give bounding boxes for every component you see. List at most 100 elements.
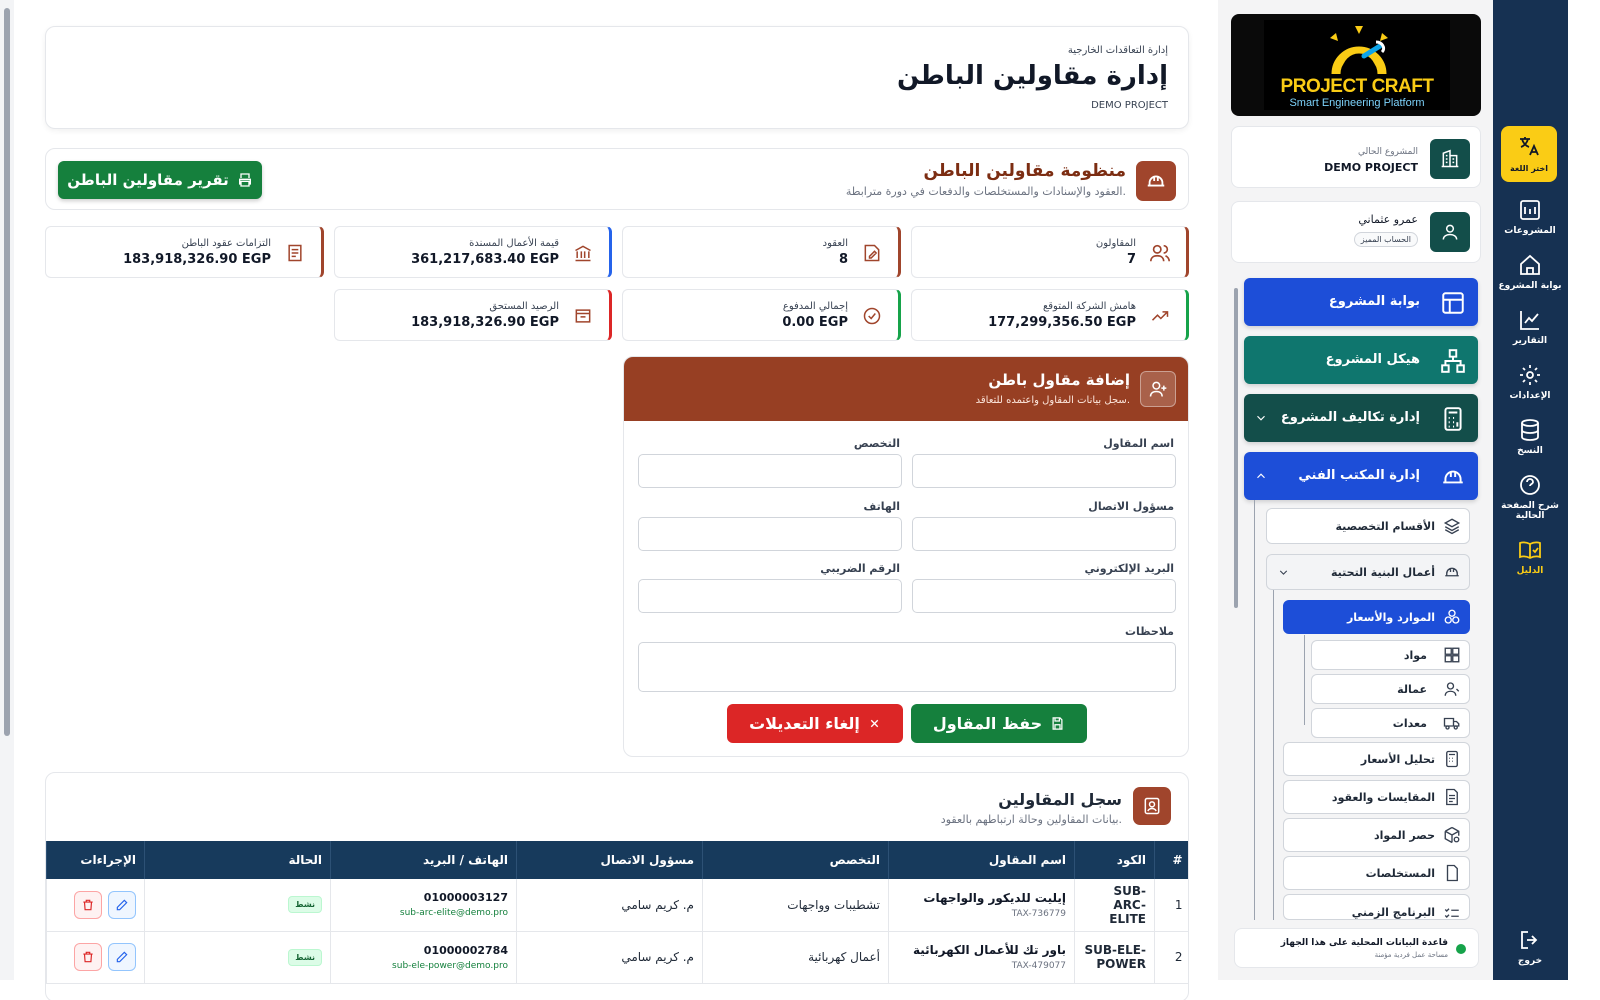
delete-button[interactable] — [74, 890, 102, 919]
notes-textarea[interactable] — [638, 642, 1176, 692]
rail-logout[interactable]: خروج — [1497, 928, 1563, 966]
page-scrollbar-thumb[interactable] — [4, 8, 10, 736]
form-header: إضافة مقاول باطن سجل بيانات المقاول واعت… — [624, 357, 1188, 421]
column-header[interactable]: مسؤول الاتصال — [516, 841, 703, 879]
wallet-icon — [571, 304, 595, 328]
stat-margin: هامش الشركة المتوقع 177,299,356.50 EGP — [911, 289, 1189, 341]
nav-labor[interactable]: عمالة — [1311, 674, 1470, 704]
save-contractor-button[interactable]: حفظ المقاول — [911, 704, 1087, 743]
status-dot-icon — [1456, 944, 1466, 954]
form-subtitle: سجل بيانات المقاول واعتمده للتعاقد. — [975, 395, 1130, 406]
tree-line — [1304, 635, 1305, 725]
sidebar-scrollbar-thumb[interactable] — [1234, 288, 1238, 608]
trending-up-icon — [1148, 304, 1172, 328]
home-icon — [1520, 254, 1540, 275]
nav-resources-prices[interactable]: الموارد والأسعار — [1283, 600, 1470, 634]
print-report-button[interactable]: تقرير مقاولين الباطن — [58, 161, 262, 199]
nav-project-portal[interactable]: بوابة المشروع — [1244, 278, 1478, 326]
rail-projects[interactable]: المشروعات — [1497, 198, 1563, 236]
app-logo[interactable]: PROJECT CRAFT Smart Engineering Platform — [1231, 14, 1481, 116]
rail-page-help[interactable]: شرح الصفحة الحالية — [1497, 473, 1563, 521]
save-label: حفظ المقاول — [932, 714, 1043, 733]
registry-title: سجل المقاولين — [998, 790, 1122, 809]
nav-label: إدارة تكاليف المشروع — [1280, 410, 1420, 425]
column-header[interactable]: الحالة — [144, 841, 331, 879]
system-subtitle: العقود والإسنادات والمستخلصات والدفعات ف… — [845, 185, 1126, 198]
rail-reports[interactable]: التقارير — [1497, 308, 1563, 346]
hardhat-icon — [1136, 161, 1176, 201]
stat-label: المقاولون — [1095, 238, 1136, 249]
nav-schedule[interactable]: البرنامج الزمني — [1283, 894, 1470, 920]
tree-line — [1254, 500, 1255, 920]
column-header[interactable]: الهاتف / البريد — [330, 841, 517, 879]
tax-number-input[interactable] — [638, 579, 902, 613]
nav-label: مواد — [1403, 649, 1427, 662]
specialty-input[interactable] — [638, 454, 902, 488]
database-icon — [1521, 419, 1539, 441]
edit-button[interactable] — [108, 943, 136, 971]
file-icon — [1446, 864, 1458, 882]
phone-input[interactable] — [638, 517, 902, 551]
form-title: إضافة مقاول باطن — [988, 371, 1130, 389]
add-contractor-form: إضافة مقاول باطن سجل بيانات المقاول واعت… — [623, 356, 1189, 757]
email[interactable]: sub-ele-power@demo.pro — [339, 961, 508, 971]
email[interactable]: sub-arc-elite@demo.pro — [339, 908, 508, 918]
stat-value: 8 — [838, 252, 848, 267]
specialty-label: التخصص — [853, 437, 900, 450]
trash-icon — [83, 951, 93, 963]
nav-infrastructure-works[interactable]: أعمال البنية التحتية — [1266, 554, 1470, 590]
calculator-icon — [1446, 750, 1458, 768]
phone: 01000003127 — [423, 891, 508, 905]
email-input[interactable] — [912, 579, 1176, 613]
nav-price-analysis[interactable]: تحليل الأسعار — [1283, 742, 1470, 776]
user-card[interactable]: عمرو عثماني الحساب المميز — [1231, 201, 1481, 263]
column-header[interactable]: اسم المقاول — [888, 841, 1075, 879]
contractor-name-cell: باور تك للأعمال الكهربائية TAX-479077 — [888, 931, 1075, 984]
stat-label: إجمالي المدفوع — [782, 301, 848, 312]
rail-project-portal[interactable]: بوابة المشروع — [1497, 253, 1563, 291]
nav-project-structure[interactable]: هيكل المشروع — [1244, 336, 1478, 384]
user-badge: الحساب المميز — [1353, 232, 1418, 247]
chart-box-icon — [1520, 200, 1540, 220]
contractor-name-input[interactable] — [912, 454, 1176, 488]
nav-technical-office[interactable]: إدارة المكتب الفني — [1244, 452, 1478, 500]
system-card: منظومة مقاولين الباطن العقود والإسنادات … — [45, 148, 1189, 210]
trash-icon — [83, 899, 93, 910]
nav-invoices[interactable]: المستخلصات — [1283, 856, 1470, 890]
contractor-name-label: اسم المقاول — [1103, 437, 1174, 450]
nav-specialized-divisions[interactable]: الأقسام التخصصية — [1266, 508, 1470, 544]
column-header[interactable]: الكود — [1074, 841, 1155, 879]
breadcrumb[interactable]: إدارة التعاقدات الخارجية — [1068, 45, 1168, 56]
rail-backup[interactable]: النسخ — [1497, 418, 1563, 456]
tax-number: TAX-479077 — [1011, 961, 1066, 971]
nav-material-takeoff[interactable]: حصر المواد — [1283, 818, 1470, 852]
language-button[interactable]: اختر اللغة — [1501, 126, 1557, 182]
contractor-code: SUB-ARC-ELITE — [1074, 879, 1155, 932]
column-header[interactable]: # — [1154, 841, 1188, 879]
column-header[interactable]: الإجراءات — [46, 841, 145, 879]
edit-document-icon — [860, 241, 884, 265]
nav-equipment[interactable]: معدات — [1311, 708, 1470, 738]
table-row[interactable]: 2 SUB-ELE-POWER باور تك للأعمال الكهربائ… — [46, 931, 1188, 984]
list-checks-icon — [1444, 908, 1459, 918]
delete-button[interactable] — [74, 943, 102, 971]
local-db-title: قاعدة البيانات المحلية على هذا الجهاز — [1280, 938, 1448, 948]
column-header[interactable]: التخصص — [702, 841, 889, 879]
rail-label: الدليل — [1516, 566, 1544, 576]
logo-panel: PROJECT CRAFT Smart Engineering Platform — [1264, 20, 1450, 110]
blocks-icon — [1444, 647, 1460, 663]
edit-button[interactable] — [108, 890, 136, 919]
rail-guide[interactable]: الدليل — [1497, 538, 1563, 576]
logo-subtitle: Smart Engineering Platform — [1289, 97, 1425, 109]
nav-label: الأقسام التخصصية — [1335, 520, 1435, 533]
printer-icon — [238, 173, 251, 187]
nav-label: معدات — [1392, 717, 1427, 730]
nav-materials[interactable]: مواد — [1311, 640, 1470, 670]
contact-person-input[interactable] — [912, 517, 1176, 551]
table-row[interactable]: 1 SUB-ARC-ELITE إيليت للديكور والواجهات T… — [46, 879, 1188, 932]
nav-measurements-contracts[interactable]: المقايسات والعقود — [1283, 780, 1470, 814]
current-project-card[interactable]: المشروع الحالي DEMO PROJECT — [1231, 126, 1481, 188]
rail-settings[interactable]: الإعدادات — [1497, 363, 1563, 401]
cancel-edits-button[interactable]: إلغاء التعديلات — [727, 704, 903, 743]
nav-cost-management[interactable]: إدارة تكاليف المشروع — [1244, 394, 1478, 442]
